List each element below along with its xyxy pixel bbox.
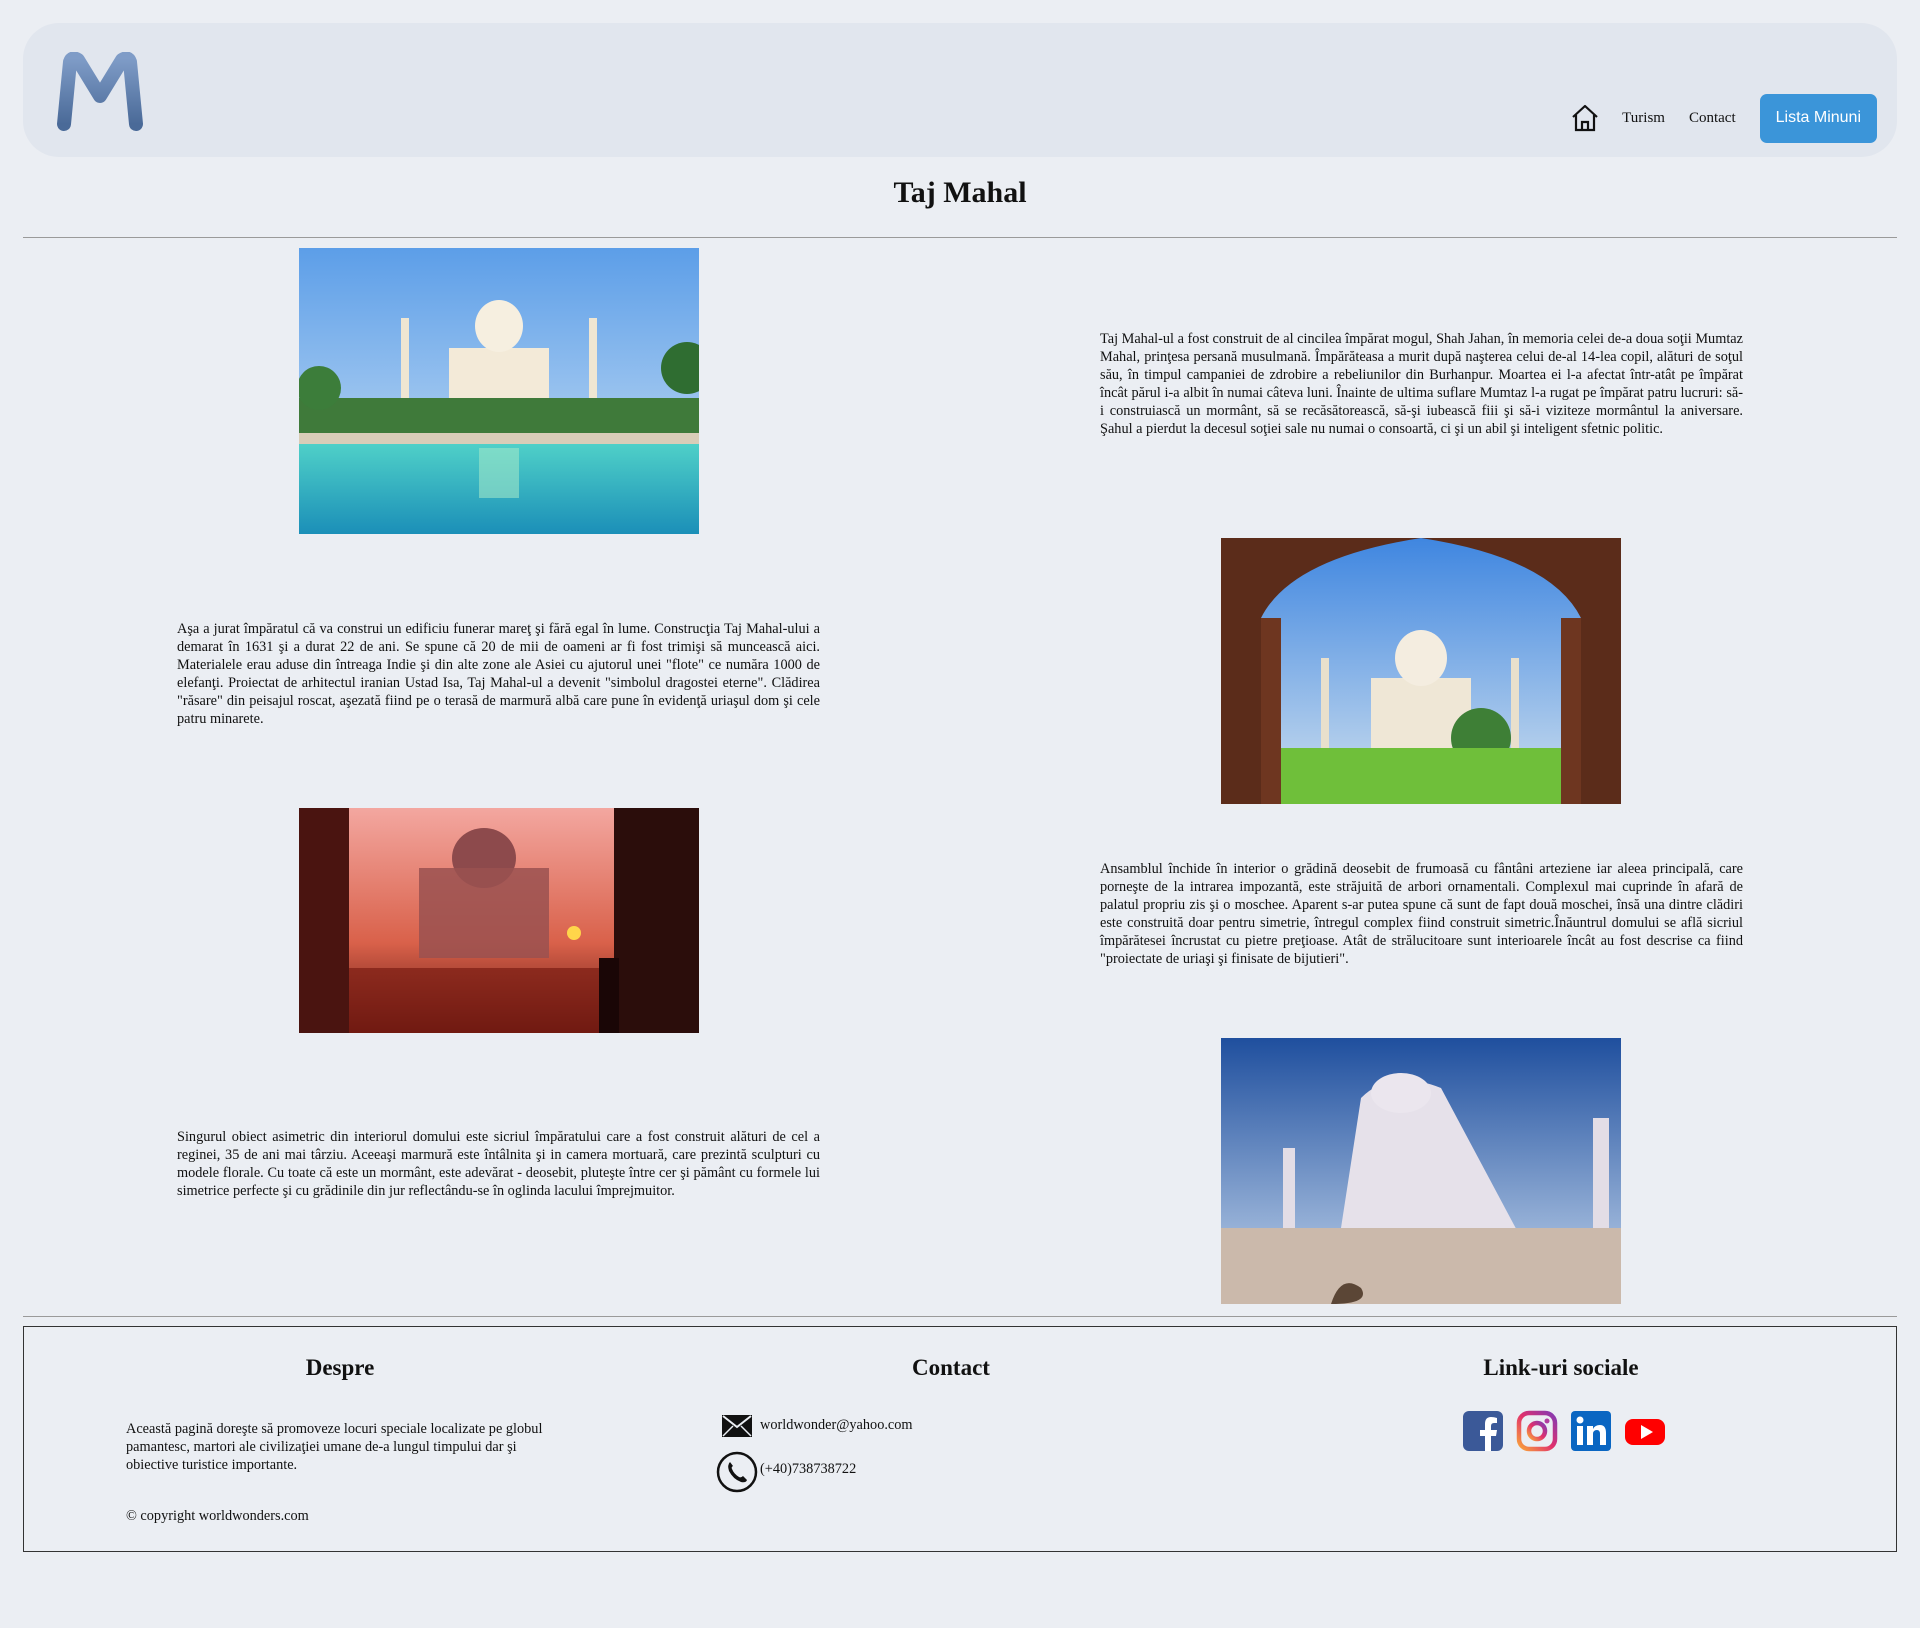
linkedin-icon[interactable] — [1569, 1409, 1613, 1453]
footer: Despre Această pagină doreşte să promove… — [23, 1326, 1897, 1552]
page-title: Taj Mahal — [893, 176, 1027, 209]
contact-email[interactable]: worldwonder@yahoo.com — [760, 1416, 913, 1434]
photo-taj-plaza — [1221, 1038, 1621, 1304]
paragraph-history: Taj Mahal-ul a fost construit de al cinc… — [1100, 331, 1743, 437]
copyright: © copyright worldwonders.com — [126, 1508, 309, 1524]
divider — [23, 237, 1897, 238]
footer-about-title: Despre — [305, 1355, 375, 1380]
divider — [23, 1316, 1897, 1317]
paragraph-construction: Aşa a jurat împăratul că va construi un … — [177, 621, 820, 727]
paragraph-interior: Singurul obiect asimetric din interiorul… — [177, 1129, 820, 1199]
main-nav: Turism Contact Lista Minuni — [1570, 93, 1877, 143]
social-links — [1461, 1409, 1677, 1453]
footer-contact-title: Contact — [912, 1355, 990, 1380]
youtube-icon[interactable] — [1623, 1409, 1667, 1453]
lista-minuni-button[interactable]: Lista Minuni — [1759, 93, 1877, 143]
photo-taj-pool — [299, 248, 699, 534]
instagram-icon[interactable] — [1515, 1409, 1559, 1453]
paragraph-garden: Ansamblul închide în interior o grădină … — [1100, 861, 1743, 967]
photo-taj-sunrise — [299, 808, 699, 1033]
footer-social-title: Link-uri sociale — [1483, 1355, 1639, 1380]
header: Turism Contact Lista Minuni — [23, 23, 1897, 157]
footer-about-text: Această pagină doreşte să promoveze locu… — [126, 1421, 543, 1473]
home-icon[interactable] — [1570, 103, 1600, 133]
envelope-icon — [722, 1415, 752, 1437]
contact-phone[interactable]: (+40)738738722 — [760, 1460, 856, 1478]
nav-turism[interactable]: Turism — [1622, 110, 1665, 127]
facebook-icon[interactable] — [1461, 1409, 1505, 1453]
photo-taj-arch — [1221, 538, 1621, 804]
logo[interactable] — [56, 52, 144, 132]
nav-contact[interactable]: Contact — [1689, 110, 1736, 127]
phone-icon — [716, 1451, 758, 1493]
